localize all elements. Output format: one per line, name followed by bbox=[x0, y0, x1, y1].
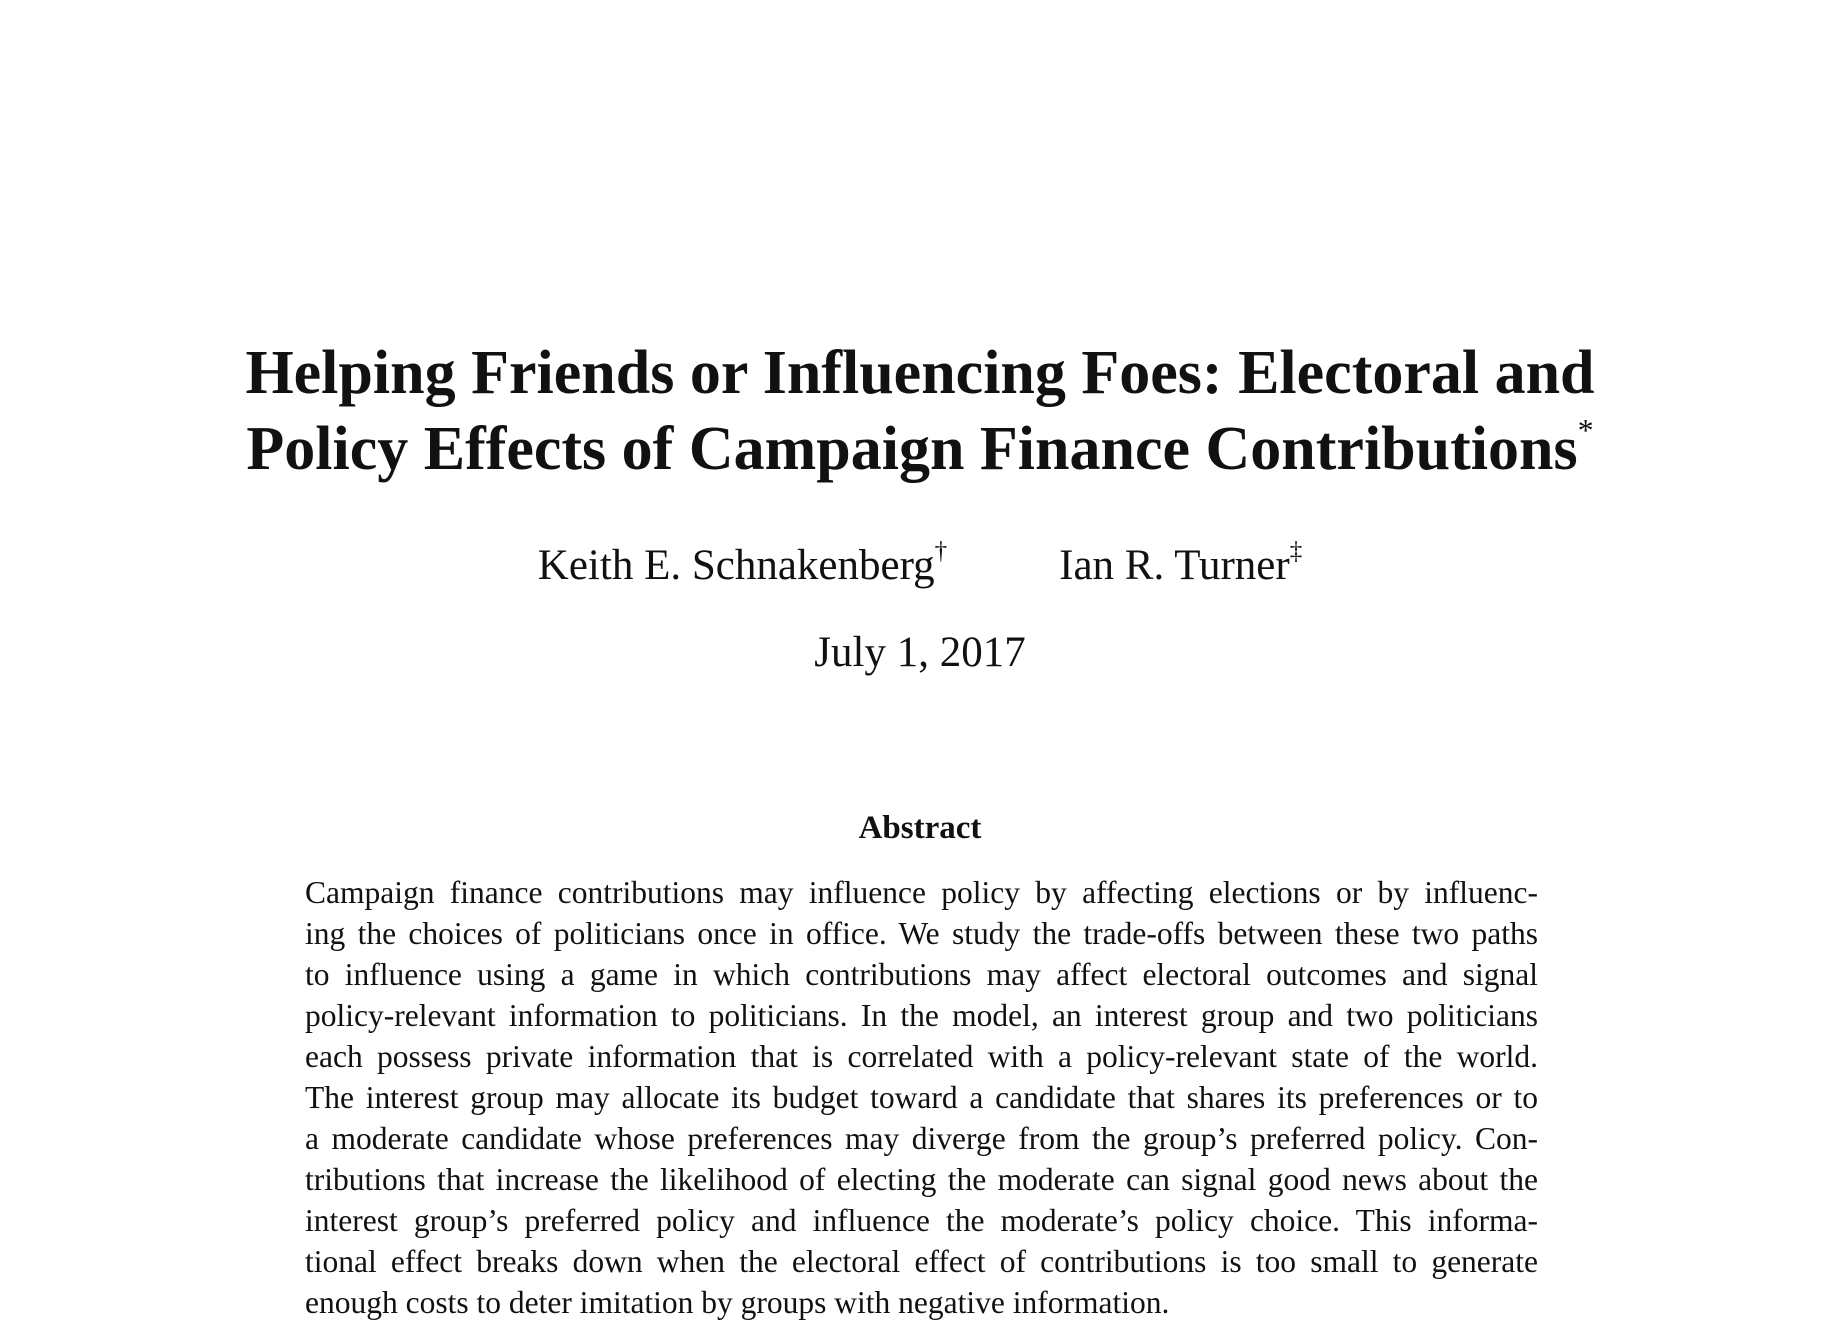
abstract-line: to influence using a game in which contr… bbox=[305, 957, 1538, 992]
title-line-1: Helping Friends or Influencing Foes: Ele… bbox=[245, 339, 1595, 407]
title-line-2-text: Policy Effects of Campaign Finance Contr… bbox=[246, 415, 1578, 483]
author-2-name: Ian R. Turner bbox=[1059, 542, 1290, 589]
abstract-line: each possess private information that is… bbox=[305, 1039, 1538, 1074]
title-footnote-mark: * bbox=[1577, 412, 1594, 448]
abstract-line: tional effect breaks down when the elect… bbox=[305, 1244, 1538, 1279]
author-2-footnote-mark: ‡ bbox=[1289, 538, 1303, 565]
abstract-line: The interest group may allocate its budg… bbox=[305, 1080, 1538, 1115]
paper-date: July 1, 2017 bbox=[814, 629, 1026, 676]
abstract-body: Campaign finance contributions may influ… bbox=[305, 872, 1538, 1323]
author-1-footnote-mark: † bbox=[934, 538, 948, 565]
paper-page: Helping Friends or Influencing Foes: Ele… bbox=[0, 0, 1840, 1336]
title-line-2: Policy Effects of Campaign Finance Contr… bbox=[0, 411, 1840, 487]
abstract-line: policy-relevant information to politicia… bbox=[305, 998, 1538, 1033]
abstract-line: Campaign finance contributions may influ… bbox=[305, 875, 1538, 910]
abstract-line: a moderate candidate whose preferences m… bbox=[305, 1121, 1538, 1156]
author-1: Keith E. Schnakenberg† bbox=[537, 538, 948, 592]
abstract-line: interest group’s preferred policy and in… bbox=[305, 1203, 1538, 1238]
author-list: Keith E. Schnakenberg† Ian R. Turner‡ bbox=[0, 538, 1840, 592]
abstract-heading: Abstract bbox=[858, 810, 982, 846]
abstract-line: ing the choices of politicians once in o… bbox=[305, 916, 1538, 951]
author-1-name: Keith E. Schnakenberg bbox=[537, 542, 935, 589]
paper-title: Helping Friends or Influencing Foes: Ele… bbox=[0, 335, 1840, 487]
abstract-line: enough costs to deter imitation by group… bbox=[305, 1285, 1170, 1320]
author-2: Ian R. Turner‡ bbox=[1059, 538, 1303, 592]
abstract-line: tributions that increase the likelihood … bbox=[305, 1162, 1538, 1197]
